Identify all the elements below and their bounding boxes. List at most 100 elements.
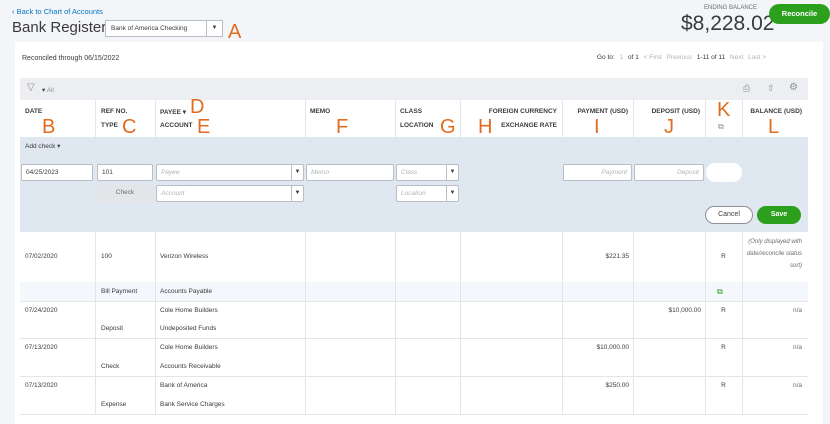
row-ref: 100 <box>101 253 112 260</box>
status-toggle[interactable] <box>706 163 742 182</box>
row-payee: Verizon Wireless <box>160 253 209 260</box>
annotation-c: C <box>122 116 137 138</box>
cancel-button[interactable]: Cancel <box>705 206 753 224</box>
page-range: 1-11 of 11 <box>696 54 726 61</box>
row-account: Accounts Payable <box>160 287 213 295</box>
first-page-link[interactable]: < First <box>644 54 662 61</box>
col-payee[interactable]: PAYEE ▾ <box>160 108 186 116</box>
row-type: Expense <box>101 400 127 408</box>
location-select[interactable]: Location ▼ <box>396 185 459 202</box>
payment-input[interactable]: Payment <box>563 164 632 181</box>
filter-label: All <box>46 87 54 94</box>
account-select[interactable]: Bank of America Checking ▼ <box>105 20 223 37</box>
add-check-label: Add check <box>25 143 56 150</box>
page-of: of 1 <box>627 54 639 61</box>
table-row-secondary[interactable] <box>20 282 808 301</box>
table-row-secondary[interactable] <box>20 320 808 338</box>
row-date: 07/13/2020 <box>25 381 58 389</box>
annotation-d: D <box>190 96 205 118</box>
annotation-k: K <box>717 99 731 121</box>
annotation-j: J <box>664 116 674 138</box>
annotation-e: E <box>197 116 211 138</box>
row-balance: n/a <box>792 306 802 314</box>
class-select[interactable]: Class ▼ <box>396 164 459 181</box>
row-status[interactable]: R <box>705 382 742 389</box>
col-type[interactable]: TYPE <box>101 122 118 129</box>
deposit-input[interactable]: Deposit <box>634 164 704 181</box>
pager: Go to: 1 of 1 < First Previous 1-11 of 1… <box>597 54 766 61</box>
filter-icon[interactable]: ▽ <box>27 82 35 93</box>
table-row-secondary[interactable] <box>20 395 808 414</box>
type-field: Check <box>97 185 153 202</box>
row-payment: $221.35 <box>605 253 630 260</box>
toolbar <box>20 78 808 100</box>
annotation-i: I <box>594 116 600 138</box>
row-type: Bill Payment <box>101 287 138 295</box>
date-input[interactable]: 04/25/2023 <box>21 164 93 181</box>
memo-input[interactable]: Memo <box>306 164 394 181</box>
col-balance[interactable]: BALANCE (USD) <box>742 108 802 115</box>
row-date: 07/24/2020 <box>25 306 58 314</box>
account-placeholder: Account <box>161 190 185 197</box>
reconcile-button[interactable]: Reconcile <box>769 4 830 24</box>
save-button[interactable]: Save <box>757 206 801 224</box>
row-account: Undeposited Funds <box>160 325 217 332</box>
annotation-b: B <box>42 116 56 138</box>
annotation-a: A <box>228 21 242 43</box>
row-payee: Cole Home Builders <box>160 306 218 314</box>
page-input[interactable]: 1 <box>620 54 624 61</box>
row-payee: Cole Home Builders <box>160 343 218 351</box>
settings-gear-icon[interactable]: ⚙ <box>789 82 798 93</box>
col-exchange-rate[interactable]: EXCHANGE RATE <box>460 122 557 129</box>
payee-input[interactable]: Payee ▼ <box>156 164 304 181</box>
row-balance: n/a <box>792 381 802 389</box>
col-payment[interactable]: PAYMENT (USD) <box>562 108 628 115</box>
print-icon[interactable]: ⎙ <box>743 83 750 94</box>
row-status[interactable]: R <box>705 344 742 351</box>
goto-label: Go to: <box>597 54 615 61</box>
col-deposit[interactable]: DEPOSIT (USD) <box>633 108 700 115</box>
row-status[interactable]: R <box>705 253 742 260</box>
column-header <box>20 100 808 137</box>
chevron-down-icon: ▼ <box>291 165 303 180</box>
row-account: Bank Service Charges <box>160 400 225 408</box>
col-foreign-currency[interactable]: FOREIGN CURRENCY <box>460 108 557 115</box>
ending-balance-value: $8,228.02 <box>681 12 775 35</box>
chevron-down-icon: ▼ <box>291 186 303 201</box>
row-type: Check <box>101 362 120 370</box>
last-page-link[interactable]: Last > <box>748 54 766 61</box>
col-account[interactable]: ACCOUNT <box>160 122 193 129</box>
next-page-link[interactable]: Next <box>730 54 743 61</box>
filter-dropdown[interactable]: ▾ All <box>42 86 54 94</box>
col-memo[interactable]: MEMO <box>310 108 330 115</box>
account-select-value: Bank of America Checking <box>111 25 188 32</box>
row-status[interactable]: R <box>705 307 742 314</box>
attachment-icon: ⧉ <box>718 122 724 131</box>
table-row-secondary[interactable] <box>20 357 808 376</box>
attachment-icon[interactable]: ⧉ <box>717 287 723 297</box>
ref-input[interactable]: 101 <box>97 164 153 181</box>
col-payee-label: PAYEE <box>160 109 181 116</box>
page-title: Bank Register <box>12 19 107 36</box>
reconciled-through: Reconciled through 06/15/2022 <box>22 55 120 62</box>
row-deposit: $10,000.00 <box>668 306 701 314</box>
class-placeholder: Class <box>401 169 418 176</box>
annotation-l: L <box>768 116 780 138</box>
row-payment: $10,000.00 <box>596 343 629 351</box>
add-check-dropdown[interactable]: Add check ▾ <box>25 142 60 150</box>
sort-down-icon: ▾ <box>182 109 187 116</box>
col-date[interactable]: DATE <box>25 108 42 115</box>
account-input[interactable]: Account ▼ <box>156 185 304 202</box>
annotation-f: F <box>336 116 349 138</box>
row-date: 07/02/2020 <box>25 253 58 260</box>
payee-placeholder: Payee <box>161 169 180 176</box>
export-icon[interactable]: ⇧ <box>767 83 775 94</box>
col-ref[interactable]: REF NO. <box>101 108 127 115</box>
location-placeholder: Location <box>401 190 426 197</box>
annotation-h: H <box>478 116 493 138</box>
col-location[interactable]: LOCATION <box>400 122 433 129</box>
back-to-chart-of-accounts-link[interactable]: ‹ Back to Chart of Accounts <box>12 7 103 16</box>
previous-page-link[interactable]: Previous <box>667 54 692 61</box>
col-class[interactable]: CLASS <box>400 108 422 115</box>
chevron-down-icon: ▼ <box>446 186 458 201</box>
